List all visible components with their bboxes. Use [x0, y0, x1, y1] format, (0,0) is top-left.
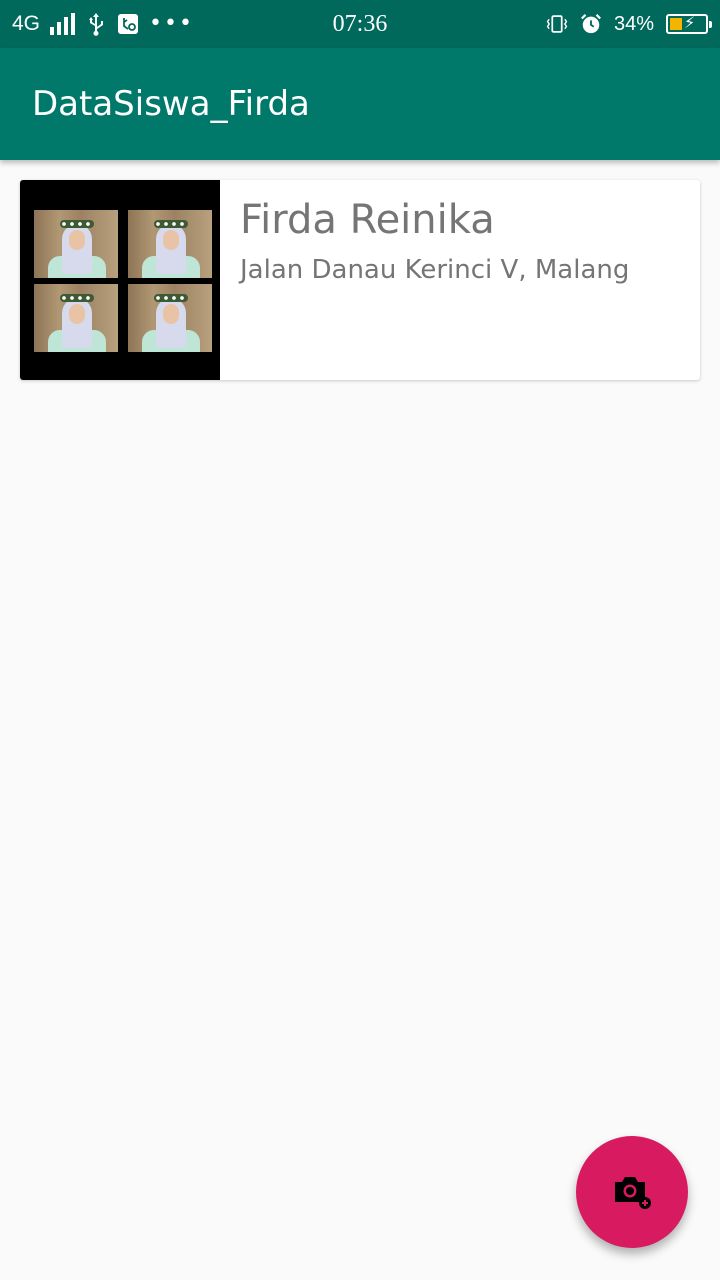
charging-bolt-icon: ⚡	[684, 13, 696, 32]
status-bar: 4G ••• 07:36 34% ⚡	[0, 0, 720, 48]
photo-thumb	[34, 284, 118, 352]
student-address: Jalan Danau Kerinci V, Malang	[240, 255, 630, 285]
photo-thumb	[128, 284, 212, 352]
add-photo-fab[interactable]	[576, 1136, 688, 1248]
battery-charging-icon: ⚡	[666, 13, 712, 34]
battery-percent: 34%	[613, 12, 654, 35]
alarm-icon	[580, 13, 602, 35]
student-info: Firda Reinika Jalan Danau Kerinci V, Mal…	[220, 180, 700, 380]
battery-level-fill	[670, 18, 682, 30]
student-name: Firda Reinika	[240, 197, 495, 243]
app-title: DataSiswa_Firda	[32, 84, 310, 124]
app-bar: DataSiswa_Firda	[0, 48, 720, 160]
photo-thumb	[34, 210, 118, 278]
student-card[interactable]: Firda Reinika Jalan Danau Kerinci V, Mal…	[20, 180, 700, 380]
add-a-photo-icon	[615, 1177, 651, 1209]
status-bar-right: 34% ⚡	[546, 0, 712, 48]
student-photo	[20, 180, 220, 380]
vibrate-icon	[546, 13, 568, 35]
photo-thumb	[128, 210, 212, 278]
